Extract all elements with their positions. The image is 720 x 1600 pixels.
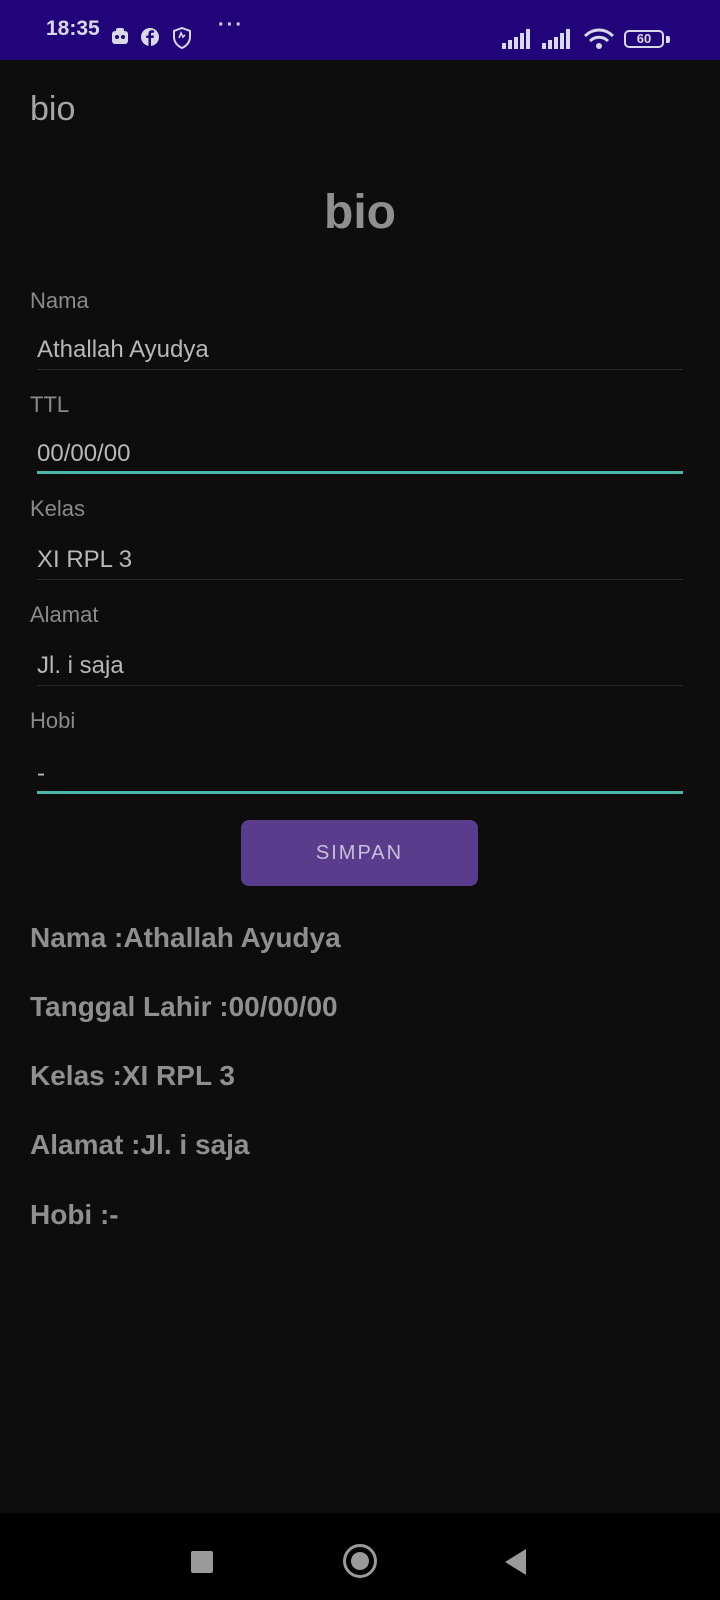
signal-icon	[542, 29, 570, 49]
status-time: 18:35	[46, 17, 100, 40]
ttl-label: TTL	[30, 392, 70, 417]
output-tanggal-lahir: Tanggal Lahir :00/00/00	[30, 991, 338, 1022]
recents-icon[interactable]	[191, 1551, 213, 1573]
nama-label: Nama	[30, 288, 89, 313]
output-kelas: Kelas :XI RPL 3	[30, 1060, 235, 1091]
page-title: bio	[324, 186, 396, 239]
battery-level: 60	[636, 31, 652, 46]
back-icon[interactable]	[505, 1549, 526, 1575]
navigation-bar	[0, 1513, 720, 1600]
signal-icon	[502, 29, 530, 49]
shield-icon	[173, 27, 191, 49]
nama-input[interactable]: Athallah Ayudya	[37, 330, 683, 370]
battery-icon: 60	[624, 30, 664, 48]
output-hobi: Hobi :-	[30, 1199, 119, 1230]
kelas-label: Kelas	[30, 496, 86, 521]
status-bar: 18:35 ··· 60	[0, 0, 720, 60]
hobi-input[interactable]: -	[37, 754, 683, 794]
wifi-icon	[583, 28, 615, 49]
facebook-icon	[141, 28, 159, 46]
alamat-label: Alamat	[30, 602, 99, 627]
output-nama: Nama :Athallah Ayudya	[30, 922, 341, 953]
output-alamat: Alamat :Jl. i saja	[30, 1129, 250, 1160]
home-icon[interactable]	[343, 1544, 377, 1578]
battery-cap	[666, 36, 670, 43]
app-bar-title: bio	[30, 90, 76, 128]
more-notifications-icon: ···	[218, 14, 244, 36]
alamat-input[interactable]: Jl. i saja	[37, 646, 683, 686]
system-icons: 60	[500, 28, 670, 50]
save-button[interactable]: SIMPAN	[241, 820, 478, 886]
hobi-label: Hobi	[30, 708, 76, 733]
gallery-icon	[112, 28, 128, 44]
ttl-input[interactable]: 00/00/00	[37, 434, 683, 474]
kelas-input[interactable]: XI RPL 3	[37, 540, 683, 580]
